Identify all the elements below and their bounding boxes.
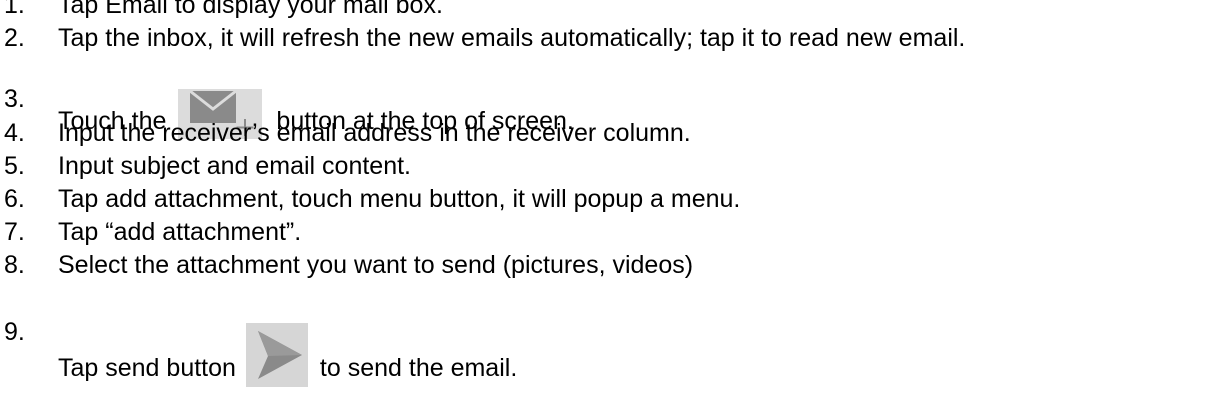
step-text: Input subject and email content. [58,152,412,180]
step-7: 7. Tap “add attachment”. [0,218,1229,251]
step-8: 8. Select the attachment you want to sen… [0,251,1229,284]
step-text-after: to send the email. [319,354,518,382]
send-icon [245,323,308,387]
step-text-before: Tap send button [58,354,236,382]
step-number: 9. [4,318,25,346]
step-number: 5. [4,152,25,180]
step-9: 9. Tap send button to send the email. [0,284,1229,387]
step-text: Select the attachment you want to send (… [58,251,694,279]
step-number: 2. [4,24,25,52]
step-number: 1. [4,0,25,19]
step-2: 2. Tap the inbox, it will refresh the ne… [0,24,1229,57]
step-number: 4. [4,119,25,147]
step-text: Tap “add attachment”. [58,218,302,246]
step-1: 1. Tap Email to display your mail box. [0,0,1229,24]
step-number: 6. [4,185,25,213]
step-number: 7. [4,218,25,246]
step-6: 6. Tap add attachment, touch menu button… [0,185,1229,218]
step-text: Tap Email to display your mail box. [58,0,443,19]
step-text: Tap send button to send the email. [58,318,518,387]
step-number: 3. [4,85,25,113]
step-3: 3. Touch the button at the top of screen… [0,57,1229,139]
step-5: 5. Input subject and email content. [0,152,1229,185]
email-steps-list: 1. Tap Email to display your mail box. 2… [0,0,1229,387]
step-4: 4. Input the receiver’s email address in… [0,119,1229,152]
step-number: 8. [4,251,25,279]
step-text: Tap add attachment, touch menu button, i… [58,185,741,213]
step-text: Tap the inbox, it will refresh the new e… [58,24,966,52]
step-text: Input the receiver’s email address in th… [58,119,691,147]
instruction-page: 1. Tap Email to display your mail box. 2… [0,0,1229,387]
